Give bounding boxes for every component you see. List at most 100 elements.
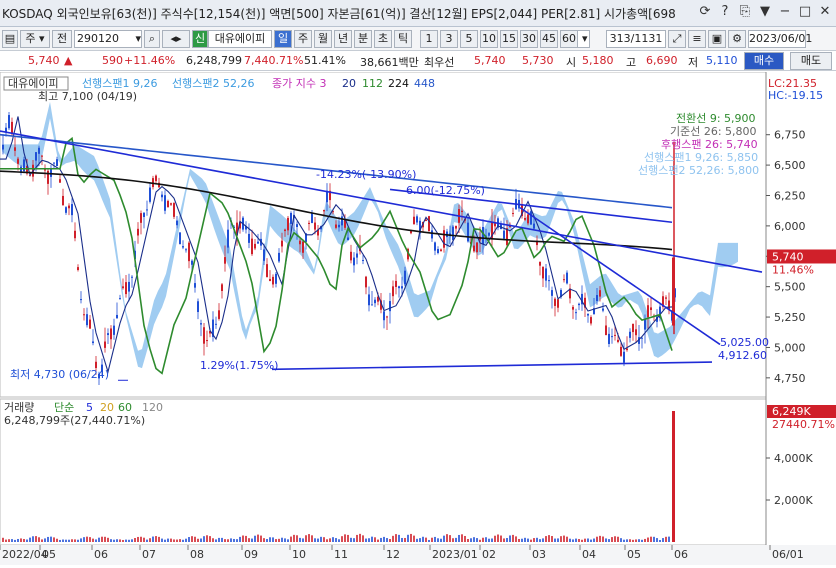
save-icon[interactable]: ▣ bbox=[708, 30, 726, 48]
candle-body bbox=[272, 276, 274, 285]
interval-60[interactable]: 60 bbox=[560, 30, 578, 48]
open-value: 5,180 bbox=[582, 54, 614, 67]
tab-1[interactable]: 주 bbox=[294, 30, 312, 48]
volume-bar bbox=[26, 539, 28, 542]
prev-button[interactable]: 전 bbox=[52, 30, 72, 48]
open-label: 시 bbox=[566, 56, 577, 69]
volume-bar bbox=[407, 534, 409, 542]
interval-30[interactable]: 30 bbox=[520, 30, 538, 48]
volume-bar bbox=[491, 538, 493, 542]
volume-pct: 7,440.71% bbox=[244, 54, 304, 67]
volume-bar bbox=[329, 538, 331, 542]
interval-45[interactable]: 45 bbox=[540, 30, 558, 48]
volume-bar bbox=[419, 538, 421, 542]
volume-bar bbox=[647, 537, 649, 542]
chart-area[interactable]: 6,7506,5006,2506,0005,7505,5005,2505,000… bbox=[0, 71, 836, 565]
sell-button[interactable]: 매도 bbox=[790, 52, 832, 70]
code-input[interactable]: 290120 ▾ bbox=[74, 30, 142, 48]
tab-5[interactable]: 초 bbox=[374, 30, 392, 48]
vol-ma5: 5 bbox=[86, 401, 93, 414]
price-tag-pct: 11.46% bbox=[772, 263, 814, 276]
volume-bar bbox=[413, 535, 415, 542]
volume-bar bbox=[161, 538, 163, 542]
buy-button[interactable]: 매수 bbox=[744, 52, 784, 70]
question-icon[interactable]: ? bbox=[718, 4, 732, 19]
tab-6[interactable]: 틱 bbox=[394, 30, 412, 48]
link-icon[interactable]: ⎘ bbox=[738, 4, 752, 19]
candle-body bbox=[494, 223, 496, 227]
price-chart[interactable]: 6,7506,5006,2506,0005,7505,5005,2505,000… bbox=[0, 71, 836, 565]
volume-bar bbox=[347, 534, 349, 542]
volume-bar bbox=[5, 539, 7, 542]
volume-bar bbox=[434, 536, 436, 542]
candle-body bbox=[65, 207, 67, 213]
volume-bar bbox=[638, 539, 640, 542]
interval-1[interactable]: 1 bbox=[420, 30, 438, 48]
tab-4[interactable]: 분 bbox=[354, 30, 372, 48]
candle-body bbox=[302, 241, 304, 253]
interval-15[interactable]: 15 bbox=[500, 30, 518, 48]
pin-icon[interactable]: ▼ bbox=[758, 4, 772, 19]
volume-bar bbox=[158, 536, 160, 542]
volume-value: 6,248,799 bbox=[186, 54, 242, 67]
maximize-icon[interactable]: □ bbox=[798, 4, 812, 19]
date-input[interactable]: 2023/06/01 bbox=[748, 30, 812, 48]
candle-body bbox=[452, 226, 454, 241]
volume-bar bbox=[344, 534, 346, 542]
quote-row: 5,740 ▲ 590 +11.46% 6,248,799 7,440.71% … bbox=[0, 51, 836, 71]
volume-bar bbox=[467, 539, 469, 542]
volume-bar bbox=[605, 538, 607, 542]
volume-bar bbox=[512, 534, 514, 542]
vol-tag-pct: 27440.71% bbox=[772, 418, 835, 431]
candle-body bbox=[290, 212, 292, 224]
settings-icon[interactable]: ⚙ bbox=[728, 30, 746, 48]
volume-bar bbox=[269, 537, 271, 542]
volume-bar bbox=[122, 539, 124, 542]
volume-bar bbox=[77, 539, 79, 542]
candle-body bbox=[551, 290, 553, 296]
candle-body bbox=[149, 187, 151, 202]
tab-3[interactable]: 년 bbox=[334, 30, 352, 48]
candle-body bbox=[596, 295, 598, 301]
volume-bar bbox=[212, 538, 214, 542]
candle-body bbox=[71, 204, 73, 216]
speaker-icon[interactable]: ◂▸ bbox=[162, 30, 190, 48]
volume-bar bbox=[98, 537, 100, 542]
candle-body bbox=[635, 329, 637, 336]
best-label: 최우선 bbox=[424, 56, 455, 69]
volume-bar bbox=[17, 538, 19, 542]
candle-body bbox=[437, 249, 439, 253]
volume-bar bbox=[140, 536, 142, 542]
candle-body bbox=[602, 308, 604, 311]
x-tick-label: 2023/01 bbox=[432, 548, 478, 561]
chart-menu-icon[interactable]: ▤ bbox=[2, 30, 18, 48]
minimize-icon[interactable]: − bbox=[778, 4, 792, 19]
candle-body bbox=[110, 328, 112, 340]
volume-bar bbox=[560, 536, 562, 542]
price-tick-label: 6,250 bbox=[774, 189, 806, 202]
volume-bar bbox=[614, 536, 616, 542]
market-select[interactable]: 주 ▾ bbox=[20, 30, 50, 48]
volume-bar bbox=[278, 538, 280, 542]
interval-10[interactable]: 10 bbox=[480, 30, 498, 48]
volume-bar bbox=[563, 535, 565, 542]
x-axis-band bbox=[0, 545, 836, 565]
price-tick-label: 6,750 bbox=[774, 129, 806, 142]
volume-bar bbox=[182, 539, 184, 542]
candle-body bbox=[665, 297, 667, 299]
price-tick-label: 5,000 bbox=[774, 341, 806, 354]
zoom-icon[interactable]: ⤢ bbox=[668, 30, 686, 48]
volume-bar bbox=[365, 538, 367, 542]
interval-5[interactable]: 5 bbox=[460, 30, 478, 48]
list-icon[interactable]: ≡ bbox=[688, 30, 706, 48]
refresh-icon[interactable]: ⟳ bbox=[698, 4, 712, 19]
tab-0[interactable]: 일 bbox=[274, 30, 292, 48]
vol-tick-label: 4,000K bbox=[774, 452, 813, 465]
tab-2[interactable]: 월 bbox=[314, 30, 332, 48]
volume-bar bbox=[302, 538, 304, 542]
search-icon[interactable]: ⌕ bbox=[144, 30, 160, 48]
close-icon[interactable]: ✕ bbox=[818, 4, 832, 19]
volume-bar bbox=[227, 539, 229, 542]
interval-3[interactable]: 3 bbox=[440, 30, 458, 48]
candle-body bbox=[248, 233, 250, 243]
